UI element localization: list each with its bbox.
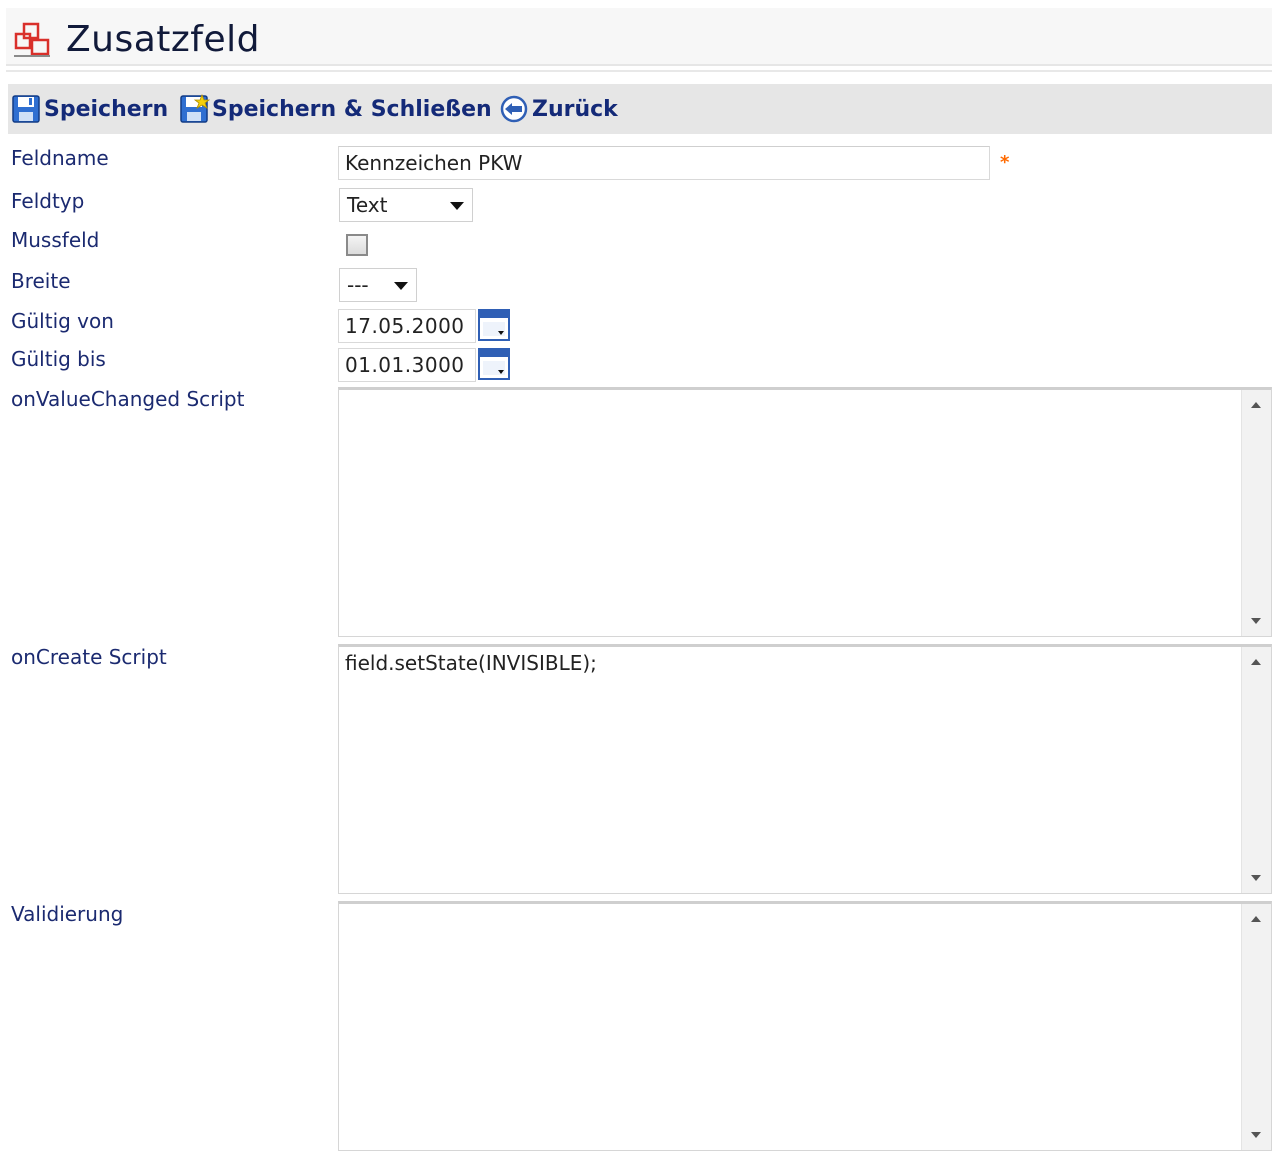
scroll-down-icon[interactable]	[1251, 618, 1261, 624]
save-and-close-button-label: Speichern & Schließen	[212, 96, 492, 122]
scroll-down-icon[interactable]	[1251, 875, 1261, 881]
scrollbar[interactable]	[1241, 904, 1271, 1150]
on-create-textarea[interactable]: field.setState(INVISIBLE);	[338, 644, 1272, 894]
scroll-up-icon[interactable]	[1251, 916, 1261, 922]
breite-select-value: ---	[347, 273, 369, 297]
gueltig-bis-input[interactable]: 01.01.3000	[338, 348, 476, 382]
gueltig-bis-label: Gültig bis	[11, 347, 106, 371]
save-and-close-button[interactable]: Speichern & Schließen	[178, 92, 492, 126]
breite-select[interactable]: ---	[339, 268, 417, 302]
title-divider	[6, 70, 1272, 72]
save-button-label: Speichern	[44, 96, 169, 122]
scroll-up-icon[interactable]	[1251, 659, 1261, 665]
validierung-textarea[interactable]	[338, 901, 1272, 1151]
back-button[interactable]: Zurück	[498, 92, 618, 126]
calendar-icon[interactable]	[478, 309, 510, 341]
scroll-up-icon[interactable]	[1251, 402, 1261, 408]
mussfeld-checkbox[interactable]	[346, 234, 368, 256]
required-indicator: *	[1000, 152, 1010, 173]
back-arrow-icon	[500, 95, 528, 123]
gueltig-von-label: Gültig von	[11, 309, 114, 333]
on-value-changed-textarea[interactable]	[338, 387, 1272, 637]
scrollbar[interactable]	[1241, 647, 1271, 893]
feldname-label: Feldname	[11, 146, 109, 170]
feldtyp-select-value: Text	[347, 193, 388, 217]
form-field-icon	[14, 22, 50, 57]
validierung-label: Validierung	[11, 902, 124, 926]
page-title: Zusatzfeld	[66, 19, 260, 60]
mussfeld-label: Mussfeld	[11, 228, 100, 252]
gueltig-von-input[interactable]: 17.05.2000	[338, 309, 476, 343]
breite-label: Breite	[11, 269, 71, 293]
feldname-input[interactable]: Kennzeichen PKW	[338, 146, 990, 180]
feldtyp-select[interactable]: Text	[339, 188, 473, 222]
on-create-content: field.setState(INVISIBLE);	[345, 651, 597, 675]
calendar-icon[interactable]	[478, 348, 510, 380]
chevron-down-icon	[394, 282, 408, 290]
feldtyp-label: Feldtyp	[11, 189, 85, 213]
toolbar: Speichern Speichern & Schließen Zurück	[8, 84, 1272, 134]
title-bar: Zusatzfeld	[6, 8, 1272, 66]
floppy-disk-icon	[12, 95, 40, 123]
on-value-changed-label: onValueChanged Script	[11, 387, 245, 411]
scroll-down-icon[interactable]	[1251, 1132, 1261, 1138]
back-button-label: Zurück	[532, 96, 618, 122]
scrollbar[interactable]	[1241, 390, 1271, 636]
on-create-label: onCreate Script	[11, 645, 167, 669]
save-button[interactable]: Speichern	[10, 92, 168, 126]
chevron-down-icon	[450, 202, 464, 210]
floppy-disk-star-icon	[180, 93, 210, 123]
